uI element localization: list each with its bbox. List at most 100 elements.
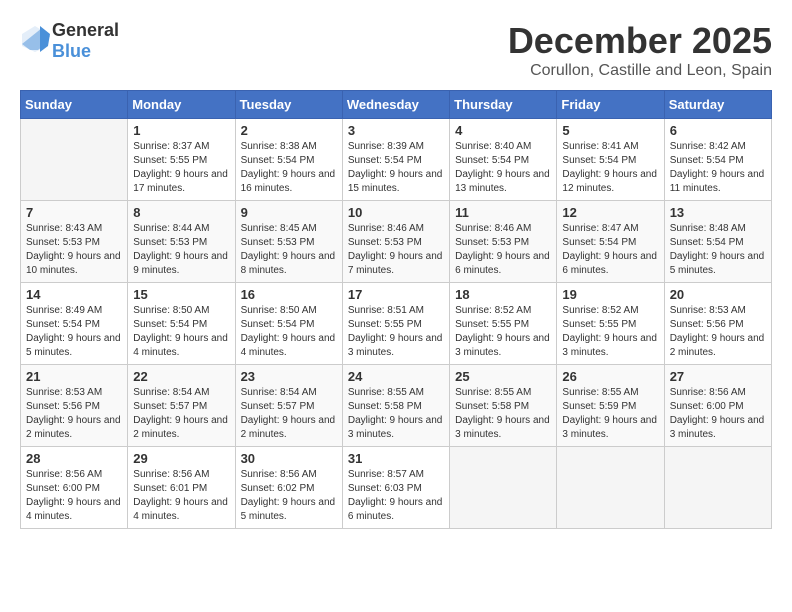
sunrise-text: Sunrise: 8:41 AM	[562, 141, 638, 152]
day-info: Sunrise: 8:54 AM Sunset: 5:57 PM Dayligh…	[241, 386, 337, 442]
day-number: 26	[562, 369, 658, 384]
day-info: Sunrise: 8:55 AM Sunset: 5:58 PM Dayligh…	[455, 386, 551, 442]
day-number: 13	[670, 205, 766, 220]
daylight-text: Daylight: 9 hours and 2 minutes.	[26, 415, 121, 440]
sunrise-text: Sunrise: 8:48 AM	[670, 223, 746, 234]
calendar-cell: 20 Sunrise: 8:53 AM Sunset: 5:56 PM Dayl…	[664, 283, 771, 365]
day-number: 14	[26, 287, 122, 302]
daylight-text: Daylight: 9 hours and 6 minutes.	[562, 251, 657, 276]
calendar-cell: 6 Sunrise: 8:42 AM Sunset: 5:54 PM Dayli…	[664, 119, 771, 201]
day-number: 27	[670, 369, 766, 384]
sunrise-text: Sunrise: 8:56 AM	[26, 469, 102, 480]
day-info: Sunrise: 8:56 AM Sunset: 6:01 PM Dayligh…	[133, 468, 229, 524]
day-info: Sunrise: 8:41 AM Sunset: 5:54 PM Dayligh…	[562, 140, 658, 196]
daylight-text: Daylight: 9 hours and 4 minutes.	[133, 333, 228, 358]
day-info: Sunrise: 8:55 AM Sunset: 5:59 PM Dayligh…	[562, 386, 658, 442]
day-number: 6	[670, 123, 766, 138]
daylight-text: Daylight: 9 hours and 8 minutes.	[241, 251, 336, 276]
sunrise-text: Sunrise: 8:55 AM	[562, 387, 638, 398]
sunset-text: Sunset: 5:57 PM	[133, 401, 207, 412]
day-info: Sunrise: 8:40 AM Sunset: 5:54 PM Dayligh…	[455, 140, 551, 196]
day-info: Sunrise: 8:42 AM Sunset: 5:54 PM Dayligh…	[670, 140, 766, 196]
day-info: Sunrise: 8:46 AM Sunset: 5:53 PM Dayligh…	[348, 222, 444, 278]
calendar-cell	[557, 447, 664, 529]
calendar-week-row: 28 Sunrise: 8:56 AM Sunset: 6:00 PM Dayl…	[21, 447, 772, 529]
calendar-cell: 13 Sunrise: 8:48 AM Sunset: 5:54 PM Dayl…	[664, 201, 771, 283]
sunset-text: Sunset: 5:54 PM	[670, 237, 744, 248]
day-info: Sunrise: 8:52 AM Sunset: 5:55 PM Dayligh…	[455, 304, 551, 360]
day-info: Sunrise: 8:52 AM Sunset: 5:55 PM Dayligh…	[562, 304, 658, 360]
day-info: Sunrise: 8:44 AM Sunset: 5:53 PM Dayligh…	[133, 222, 229, 278]
calendar-cell	[450, 447, 557, 529]
calendar-cell: 31 Sunrise: 8:57 AM Sunset: 6:03 PM Dayl…	[342, 447, 449, 529]
sunrise-text: Sunrise: 8:55 AM	[455, 387, 531, 398]
daylight-text: Daylight: 9 hours and 7 minutes.	[348, 251, 443, 276]
day-number: 16	[241, 287, 337, 302]
calendar-cell: 3 Sunrise: 8:39 AM Sunset: 5:54 PM Dayli…	[342, 119, 449, 201]
sunrise-text: Sunrise: 8:46 AM	[348, 223, 424, 234]
day-info: Sunrise: 8:55 AM Sunset: 5:58 PM Dayligh…	[348, 386, 444, 442]
calendar-cell: 28 Sunrise: 8:56 AM Sunset: 6:00 PM Dayl…	[21, 447, 128, 529]
sunset-text: Sunset: 5:53 PM	[348, 237, 422, 248]
calendar-cell: 15 Sunrise: 8:50 AM Sunset: 5:54 PM Dayl…	[128, 283, 235, 365]
calendar-cell: 1 Sunrise: 8:37 AM Sunset: 5:55 PM Dayli…	[128, 119, 235, 201]
daylight-text: Daylight: 9 hours and 4 minutes.	[241, 333, 336, 358]
sunset-text: Sunset: 5:56 PM	[26, 401, 100, 412]
daylight-text: Daylight: 9 hours and 11 minutes.	[670, 169, 765, 194]
day-number: 2	[241, 123, 337, 138]
sunrise-text: Sunrise: 8:38 AM	[241, 141, 317, 152]
sunrise-text: Sunrise: 8:57 AM	[348, 469, 424, 480]
sunrise-text: Sunrise: 8:47 AM	[562, 223, 638, 234]
day-info: Sunrise: 8:56 AM Sunset: 6:00 PM Dayligh…	[26, 468, 122, 524]
sunrise-text: Sunrise: 8:45 AM	[241, 223, 317, 234]
sunset-text: Sunset: 5:58 PM	[455, 401, 529, 412]
day-info: Sunrise: 8:39 AM Sunset: 5:54 PM Dayligh…	[348, 140, 444, 196]
calendar-cell: 22 Sunrise: 8:54 AM Sunset: 5:57 PM Dayl…	[128, 365, 235, 447]
calendar-cell: 25 Sunrise: 8:55 AM Sunset: 5:58 PM Dayl…	[450, 365, 557, 447]
sunset-text: Sunset: 6:01 PM	[133, 483, 207, 494]
day-number: 31	[348, 451, 444, 466]
day-number: 29	[133, 451, 229, 466]
day-number: 30	[241, 451, 337, 466]
day-info: Sunrise: 8:38 AM Sunset: 5:54 PM Dayligh…	[241, 140, 337, 196]
sunrise-text: Sunrise: 8:39 AM	[348, 141, 424, 152]
sunset-text: Sunset: 6:02 PM	[241, 483, 315, 494]
sunset-text: Sunset: 5:54 PM	[133, 319, 207, 330]
calendar-cell: 11 Sunrise: 8:46 AM Sunset: 5:53 PM Dayl…	[450, 201, 557, 283]
sunset-text: Sunset: 5:53 PM	[26, 237, 100, 248]
calendar-cell: 4 Sunrise: 8:40 AM Sunset: 5:54 PM Dayli…	[450, 119, 557, 201]
sunrise-text: Sunrise: 8:54 AM	[241, 387, 317, 398]
sunset-text: Sunset: 5:54 PM	[348, 155, 422, 166]
col-sunday: Sunday	[21, 91, 128, 119]
day-info: Sunrise: 8:50 AM Sunset: 5:54 PM Dayligh…	[241, 304, 337, 360]
calendar-week-row: 14 Sunrise: 8:49 AM Sunset: 5:54 PM Dayl…	[21, 283, 772, 365]
logo-icon	[20, 24, 50, 59]
calendar-cell: 10 Sunrise: 8:46 AM Sunset: 5:53 PM Dayl…	[342, 201, 449, 283]
daylight-text: Daylight: 9 hours and 3 minutes.	[562, 333, 657, 358]
daylight-text: Daylight: 9 hours and 10 minutes.	[26, 251, 121, 276]
day-info: Sunrise: 8:46 AM Sunset: 5:53 PM Dayligh…	[455, 222, 551, 278]
day-number: 19	[562, 287, 658, 302]
sunrise-text: Sunrise: 8:56 AM	[670, 387, 746, 398]
day-number: 28	[26, 451, 122, 466]
day-number: 11	[455, 205, 551, 220]
daylight-text: Daylight: 9 hours and 2 minutes.	[670, 333, 765, 358]
day-info: Sunrise: 8:56 AM Sunset: 6:00 PM Dayligh…	[670, 386, 766, 442]
daylight-text: Daylight: 9 hours and 5 minutes.	[26, 333, 121, 358]
calendar-cell	[21, 119, 128, 201]
day-number: 20	[670, 287, 766, 302]
day-info: Sunrise: 8:50 AM Sunset: 5:54 PM Dayligh…	[133, 304, 229, 360]
sunrise-text: Sunrise: 8:50 AM	[133, 305, 209, 316]
day-number: 18	[455, 287, 551, 302]
daylight-text: Daylight: 9 hours and 3 minutes.	[348, 333, 443, 358]
col-tuesday: Tuesday	[235, 91, 342, 119]
sunrise-text: Sunrise: 8:44 AM	[133, 223, 209, 234]
sunset-text: Sunset: 6:03 PM	[348, 483, 422, 494]
sunset-text: Sunset: 5:54 PM	[241, 319, 315, 330]
sunset-text: Sunset: 5:53 PM	[133, 237, 207, 248]
day-info: Sunrise: 8:53 AM Sunset: 5:56 PM Dayligh…	[26, 386, 122, 442]
daylight-text: Daylight: 9 hours and 9 minutes.	[133, 251, 228, 276]
sunset-text: Sunset: 5:53 PM	[455, 237, 529, 248]
sunset-text: Sunset: 6:00 PM	[26, 483, 100, 494]
sunset-text: Sunset: 5:54 PM	[562, 155, 636, 166]
